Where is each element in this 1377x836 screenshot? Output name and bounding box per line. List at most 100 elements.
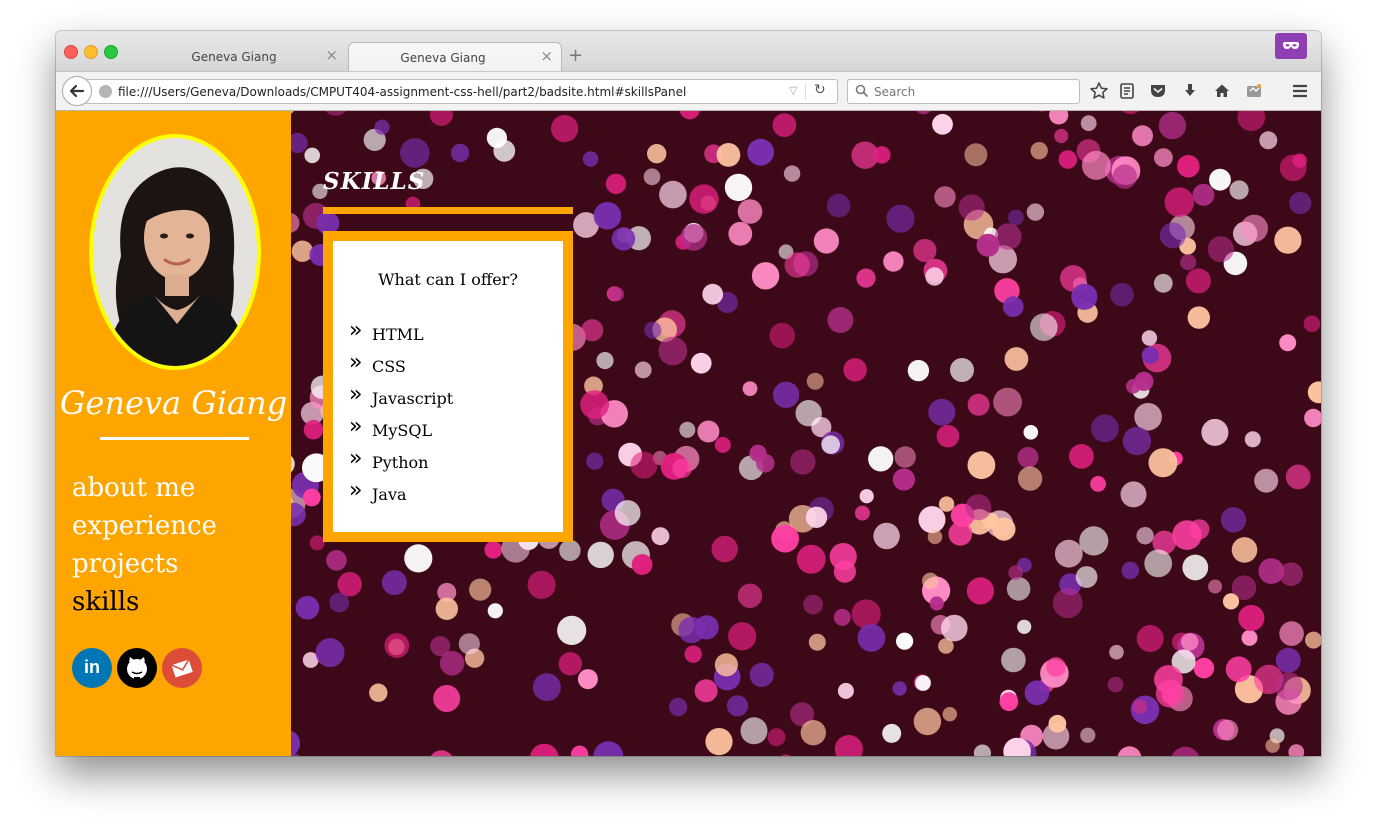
- bokeh-dot: [749, 444, 767, 462]
- bokeh-dot: [966, 577, 995, 605]
- nav-link-skills[interactable]: skills: [72, 583, 217, 621]
- bokeh-dot: [714, 653, 738, 677]
- menu-icon[interactable]: [1290, 81, 1310, 101]
- private-mask-icon[interactable]: [1275, 33, 1307, 59]
- bokeh-dot: [1164, 187, 1195, 217]
- bokeh-dot: [941, 614, 968, 642]
- bokeh-dot: [1148, 448, 1178, 478]
- bokeh-dot: [1026, 203, 1045, 221]
- bookmark-star-icon[interactable]: [1089, 81, 1109, 101]
- bokeh-dot: [315, 638, 345, 668]
- bokeh-dot: [631, 554, 653, 575]
- bokeh-dot: [1177, 155, 1200, 178]
- bokeh-dot: [1054, 539, 1083, 568]
- reload-icon[interactable]: ↻: [814, 82, 826, 98]
- bokeh-dot: [751, 262, 780, 290]
- bokeh-dot: [1201, 418, 1229, 446]
- email-icon[interactable]: [162, 648, 202, 688]
- sidebar: Geneva Giang about me experience project…: [56, 111, 291, 756]
- new-tab-button[interactable]: +: [568, 47, 583, 65]
- back-icon: [69, 84, 85, 98]
- minimize-window-button[interactable]: [84, 45, 98, 59]
- bokeh-dot: [854, 505, 870, 521]
- bokeh-dot: [404, 544, 433, 573]
- bokeh-dot: [1259, 131, 1278, 150]
- tab-active[interactable]: Geneva Giang ×: [348, 42, 562, 72]
- bokeh-dot: [1017, 466, 1043, 491]
- search-input[interactable]: Search: [847, 79, 1080, 104]
- bokeh-dot: [795, 400, 822, 427]
- bokeh-dot: [1030, 313, 1058, 341]
- bokeh-dot: [581, 319, 604, 342]
- bokeh-dot: [593, 202, 622, 230]
- nav-link-projects[interactable]: projects: [72, 545, 217, 583]
- nav-link-about-me[interactable]: about me: [72, 469, 217, 507]
- bokeh-dot: [672, 458, 692, 479]
- linkedin-icon[interactable]: in: [72, 648, 112, 688]
- section-title: SKILLS: [323, 168, 426, 195]
- bokeh-dot: [433, 685, 461, 712]
- bokeh-dot: [1231, 537, 1258, 563]
- globe-icon: [99, 85, 112, 98]
- reading-list-icon[interactable]: [1117, 81, 1137, 101]
- github-icon[interactable]: [117, 648, 157, 688]
- bokeh-dot: [1069, 444, 1094, 469]
- bokeh-dot: [868, 446, 894, 472]
- bokeh-dot: [1182, 554, 1209, 581]
- bokeh-dot: [1132, 125, 1153, 147]
- dropdown-icon[interactable]: ▽: [789, 84, 797, 97]
- pocket-icon[interactable]: [1148, 81, 1168, 101]
- bokeh-dot: [1052, 588, 1083, 619]
- bokeh-dot: [859, 489, 874, 504]
- tab-close-icon[interactable]: ×: [540, 48, 553, 64]
- name-underline: [100, 437, 249, 440]
- bokeh-dot: [790, 449, 816, 475]
- bokeh-dot: [1154, 148, 1173, 167]
- bokeh-dot: [1126, 379, 1141, 394]
- bokeh-dot: [1004, 347, 1029, 371]
- bokeh-dot: [965, 494, 992, 521]
- bokeh-dot: [1112, 164, 1137, 189]
- bokeh-dot: [1192, 183, 1215, 206]
- bokeh-dot: [577, 669, 598, 690]
- download-icon[interactable]: [1180, 81, 1200, 101]
- back-button[interactable]: [62, 76, 92, 106]
- chevron-right-icon: »: [349, 382, 363, 407]
- bokeh-dot: [484, 540, 503, 559]
- bokeh-dot: [605, 173, 627, 194]
- bokeh-dot: [907, 359, 930, 382]
- chevron-right-icon: »: [349, 350, 363, 375]
- bokeh-dot: [950, 358, 974, 382]
- profile-name: Geneva Giang: [59, 384, 288, 422]
- bokeh-dot: [1075, 566, 1098, 588]
- tab-close-icon[interactable]: ×: [325, 47, 338, 63]
- tab-background[interactable]: Geneva Giang ×: [146, 42, 346, 71]
- bokeh-dot: [856, 268, 876, 288]
- bokeh-dot: [771, 524, 799, 553]
- nav-link-experience[interactable]: experience: [72, 507, 217, 545]
- bokeh-dot: [833, 608, 851, 626]
- bokeh-dot: [694, 679, 718, 703]
- bokeh-dot: [882, 723, 902, 743]
- home-icon[interactable]: [1212, 81, 1232, 101]
- bokeh-dot: [1107, 676, 1124, 693]
- close-window-button[interactable]: [64, 45, 78, 59]
- search-placeholder: Search: [874, 85, 916, 99]
- address-bar[interactable]: file:///Users/Geneva/Downloads/CMPUT404-…: [86, 79, 838, 104]
- bokeh-dot: [384, 633, 410, 658]
- bokeh-dot: [582, 151, 599, 167]
- bokeh-dot: [716, 143, 741, 167]
- bokeh-dot: [833, 560, 857, 583]
- zoom-window-button[interactable]: [104, 45, 118, 59]
- bokeh-dot: [679, 421, 696, 438]
- tab-title: Geneva Giang: [400, 51, 486, 65]
- bokeh-dot: [614, 500, 641, 526]
- divider: [805, 83, 806, 100]
- bokeh-dot: [737, 199, 763, 224]
- screenshot-icon[interactable]: [1244, 81, 1264, 101]
- bokeh-dot: [295, 595, 320, 620]
- bokeh-dot: [458, 633, 480, 655]
- bokeh-dot: [1141, 346, 1159, 364]
- bokeh-dot: [742, 381, 758, 396]
- skill-label: MySQL: [372, 421, 433, 440]
